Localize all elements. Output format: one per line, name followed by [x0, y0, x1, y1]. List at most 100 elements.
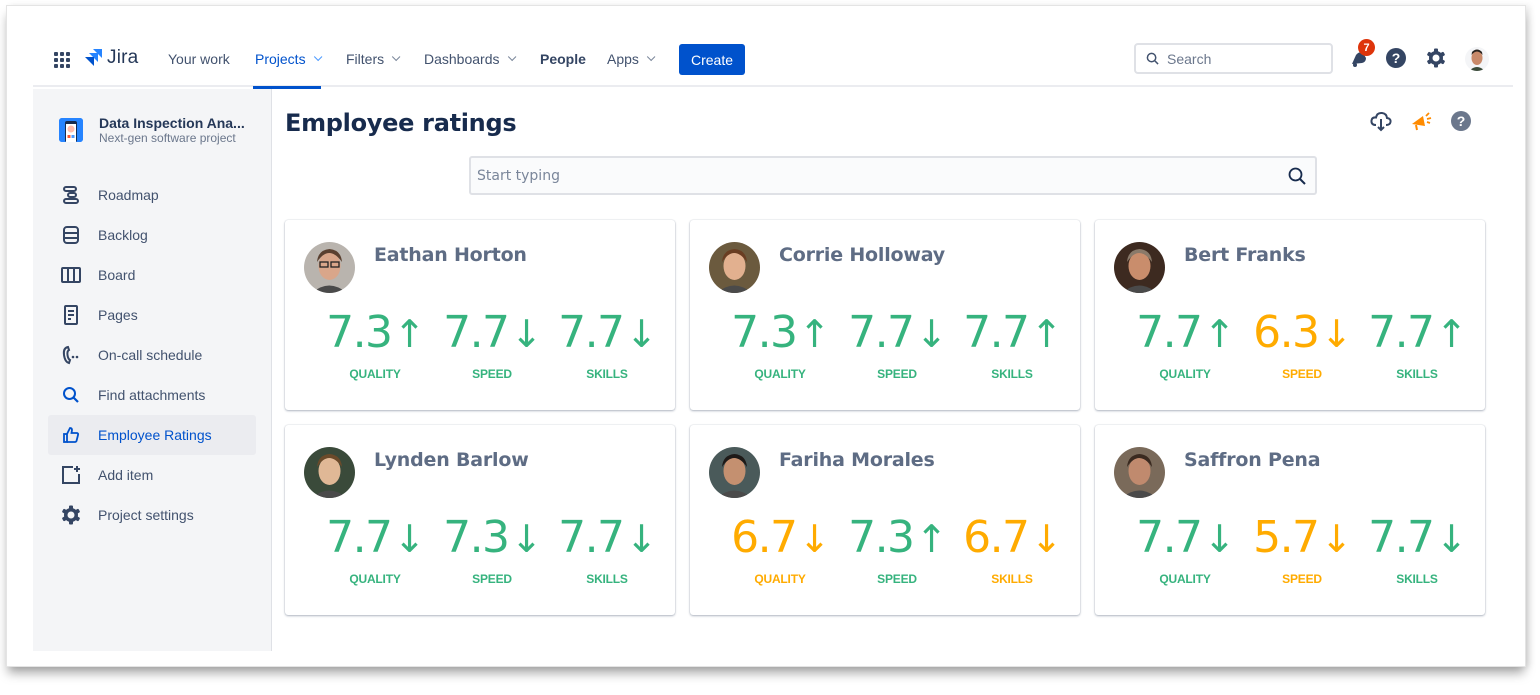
sidebar-item-employee-ratings[interactable]: Employee Ratings: [48, 415, 256, 455]
employee-card-corrie-holloway[interactable]: Corrie Holloway 7.3↑ QUALITY 7.7↓ SPEED …: [690, 220, 1080, 410]
notifications-button[interactable]: 7: [1348, 39, 1375, 70]
megaphone-icon: [1412, 112, 1432, 131]
arrow-down-icon: ↓: [625, 312, 658, 356]
employee-name: Eathan Horton: [374, 244, 527, 266]
nav-label: Your work: [168, 51, 230, 67]
sidebar-item-on-call-schedule[interactable]: On-call schedule: [48, 335, 256, 375]
nav-your-work[interactable]: Your work: [168, 31, 230, 87]
metric-label: SPEED: [472, 572, 512, 586]
employee-card-bert-franks[interactable]: Bert Franks 7.7↑ QUALITY 6.3↓ SPEED 7.7↑…: [1095, 220, 1485, 410]
metric-skills: 6.7↓ SKILLS: [952, 513, 1072, 587]
sidebar-item-pages[interactable]: Pages: [48, 295, 256, 335]
metric-value: 7.7↓: [1125, 513, 1245, 564]
metric-label: QUALITY: [1159, 572, 1211, 586]
metric-speed: 6.3↓ SPEED: [1242, 308, 1362, 382]
jira-logo[interactable]: Jira: [83, 47, 138, 69]
user-avatar-image: [1465, 47, 1489, 71]
sidebar-item-project-settings[interactable]: Project settings: [48, 495, 256, 535]
announcements-button[interactable]: [1409, 109, 1433, 133]
employee-name: Bert Franks: [1184, 244, 1306, 266]
metric-label: QUALITY: [754, 572, 806, 586]
metric-quality: 7.7↑ QUALITY: [1125, 308, 1245, 382]
nav-dashboards[interactable]: Dashboards: [424, 31, 516, 87]
metric-skills: 7.7↓ SKILLS: [547, 307, 667, 382]
employee-card-eathan-horton[interactable]: Eathan Horton 7.3↑ QUALITY 7.7↓ SPEED 7.…: [285, 220, 675, 410]
arrow-up-icon: ↑: [393, 312, 426, 356]
sidebar-item-board[interactable]: Board: [48, 255, 256, 295]
metric-label: QUALITY: [349, 572, 401, 586]
page-title: Employee ratings: [285, 109, 517, 137]
backlog-icon: [60, 224, 82, 246]
metric-number: 7.7: [963, 307, 1030, 358]
screenshot-frame: Jira Your work Projects Filters Dashboar…: [6, 5, 1526, 667]
employee-card-lynden-barlow[interactable]: Lynden Barlow 7.7 ↓ QUALITY 7.3↓ SPEED 7.…: [285, 425, 675, 615]
metric-value: 7.7↓: [1357, 513, 1477, 564]
chevron-down-icon: [507, 52, 516, 62]
search-button[interactable]: [1279, 167, 1315, 185]
arrow-down-icon: ↓: [1320, 312, 1353, 356]
metric-number: 7.7: [558, 307, 625, 358]
global-search[interactable]: [1134, 43, 1333, 74]
chevron-down-icon: [646, 52, 656, 62]
employee-avatar: [304, 242, 355, 293]
thumbs-up-icon: [60, 424, 82, 446]
help-icon: ?: [1451, 111, 1471, 131]
employee-search-input[interactable]: [477, 167, 1279, 184]
nav-label: Projects: [255, 51, 306, 67]
metric-value: 7.7↑: [1357, 308, 1477, 359]
metric-value: 7.3↑: [315, 308, 435, 359]
metric-value: 7.3↓: [432, 513, 552, 564]
sidebar-item-backlog[interactable]: Backlog: [48, 215, 256, 255]
employee-name: Fariha Morales: [779, 449, 935, 471]
metric-speed: 5.7↓ SPEED: [1242, 512, 1362, 587]
search-icon: [60, 384, 82, 406]
arrow-up-icon: ↑: [798, 312, 831, 356]
project-header[interactable]: Data Inspection Ana... Next-gen software…: [59, 115, 251, 145]
employee-name: Lynden Barlow: [374, 449, 529, 471]
metric-number: 7.3: [848, 512, 915, 563]
page-help-button[interactable]: ?: [1449, 109, 1473, 133]
logo-text: Jira: [107, 47, 139, 68]
nav-filters[interactable]: Filters: [346, 31, 401, 87]
metric-speed: 7.3↓ SPEED: [432, 513, 552, 587]
export-button[interactable]: [1369, 109, 1393, 133]
nav-projects[interactable]: Projects: [253, 31, 322, 89]
metric-skills: 7.7↑ SKILLS: [952, 307, 1072, 382]
cloud-download-icon: [1370, 111, 1392, 132]
sidebar-item-label: On-call schedule: [98, 347, 203, 363]
arrow-down-icon: ↓: [1320, 517, 1353, 561]
sidebar-item-roadmap[interactable]: Roadmap: [48, 175, 256, 215]
arrow-down-icon: ↓: [510, 517, 543, 561]
top-navigation: Jira Your work Projects Filters Dashboar…: [33, 31, 1513, 89]
search-icon: [1288, 167, 1306, 185]
profile-avatar[interactable]: [1465, 47, 1489, 71]
metric-label: SPEED: [877, 572, 917, 586]
employee-card-saffron-pena[interactable]: Saffron Pena 7.7↓ QUALITY 5.7↓ SPEED 7.7…: [1095, 425, 1485, 615]
employee-photo: [1114, 447, 1165, 498]
arrow-up-icon: ↑: [1435, 312, 1468, 356]
help-button[interactable]: ?: [1385, 47, 1407, 69]
metric-label: QUALITY: [349, 367, 401, 381]
nav-people[interactable]: People: [540, 31, 586, 87]
settings-button[interactable]: [1425, 47, 1447, 69]
nav-apps[interactable]: Apps: [607, 31, 656, 87]
arrow-down-icon: ↓: [1030, 517, 1063, 561]
arrow-down-icon: ↓: [798, 517, 831, 561]
pages-icon: [60, 304, 82, 326]
metric-speed: 7.7↓ SPEED: [837, 308, 957, 382]
metric-speed: 7.7↓ SPEED: [432, 308, 552, 382]
metric-number: 5.7: [1253, 512, 1320, 563]
metric-number: 6.7: [731, 512, 798, 563]
global-search-input[interactable]: [1167, 50, 1317, 67]
employee-card-fariha-morales[interactable]: Fariha Morales 6.7↓ QUALITY 7.3↑ SPEED 6…: [690, 425, 1080, 615]
metric-number: 7.7: [326, 512, 393, 563]
sidebar-item-label: Roadmap: [98, 187, 159, 203]
sidebar-item-find-attachments[interactable]: Find attachments: [48, 375, 256, 415]
employee-search[interactable]: [469, 156, 1317, 195]
create-button[interactable]: Create: [679, 44, 745, 75]
sidebar-item-label: Add item: [98, 467, 154, 483]
gear-icon: [60, 504, 82, 526]
sidebar-item-add-item[interactable]: Add item: [48, 455, 256, 495]
app-switcher-icon[interactable]: [54, 52, 70, 68]
metric-number: 7.3: [443, 512, 510, 563]
